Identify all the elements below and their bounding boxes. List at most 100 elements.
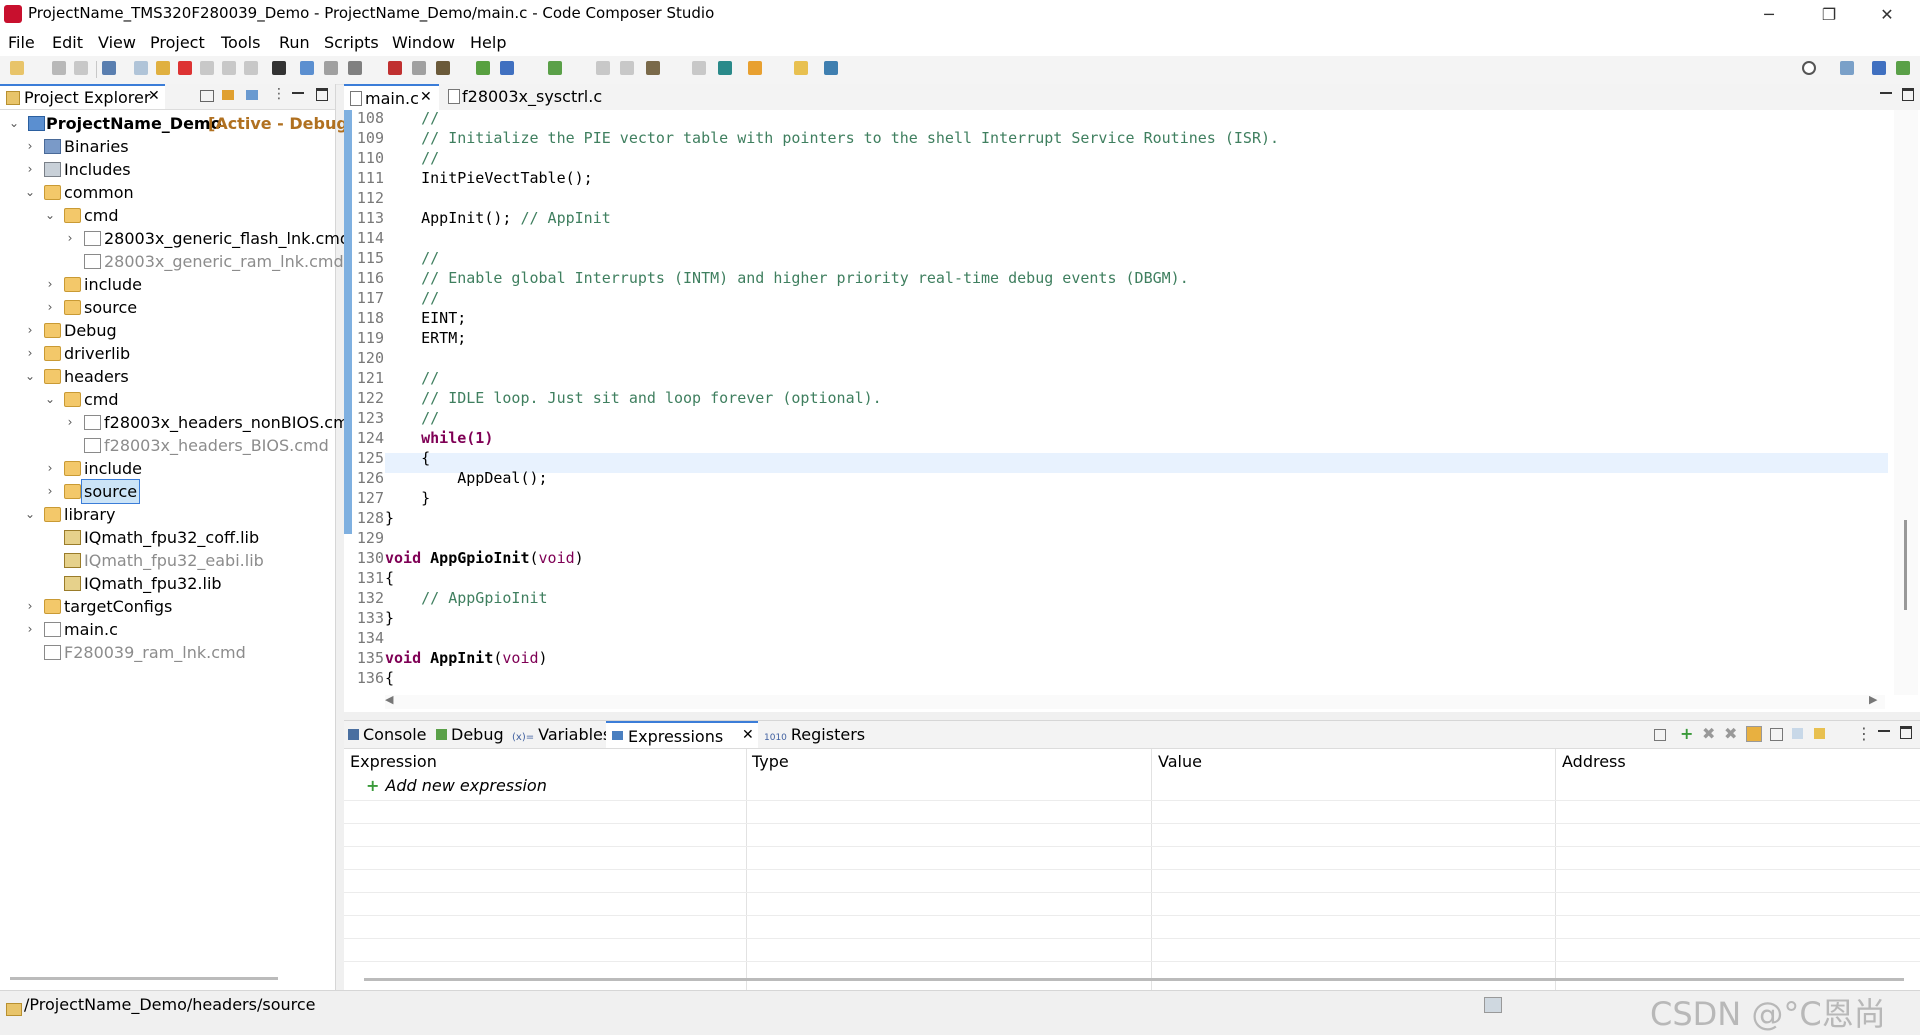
tab-main-c[interactable]: main.c ✕ bbox=[344, 84, 439, 110]
tree-item[interactable]: f28003x_headers_BIOS.cmd bbox=[0, 434, 335, 457]
memory-icon[interactable] bbox=[300, 61, 314, 75]
resume-icon[interactable] bbox=[134, 61, 148, 75]
tab-registers[interactable]: 1010 Registers bbox=[764, 725, 865, 744]
column-expression[interactable]: Expression bbox=[350, 752, 437, 771]
view-menu-icon[interactable]: ⋮ bbox=[272, 86, 286, 102]
notification-icon[interactable] bbox=[1484, 997, 1502, 1013]
chevron-right-icon[interactable]: › bbox=[24, 158, 36, 181]
chevron-right-icon[interactable]: › bbox=[24, 135, 36, 158]
build-icon[interactable] bbox=[436, 61, 450, 75]
redo-icon[interactable] bbox=[620, 61, 634, 75]
menu-project[interactable]: Project bbox=[150, 33, 205, 52]
chevron-right-icon[interactable]: › bbox=[64, 227, 76, 250]
debug-perspective-icon[interactable] bbox=[1896, 61, 1910, 75]
tree-item[interactable]: IQmath_fpu32.lib bbox=[0, 572, 335, 595]
suspend-icon[interactable] bbox=[156, 61, 170, 75]
horizontal-scrollbar[interactable] bbox=[364, 978, 1904, 981]
tree-item[interactable]: ⌄ cmd bbox=[0, 388, 335, 411]
save-all-icon[interactable] bbox=[74, 61, 88, 75]
tree-item[interactable]: › f28003x_headers_nonBIOS.cmd bbox=[0, 411, 359, 434]
refresh-icon[interactable] bbox=[1814, 728, 1825, 739]
scroll-thumb[interactable] bbox=[1904, 520, 1907, 610]
chevron-right-icon[interactable]: › bbox=[44, 296, 56, 319]
tab-debug[interactable]: Debug bbox=[436, 725, 504, 744]
load-icon[interactable] bbox=[500, 61, 514, 75]
menu-edit[interactable]: Edit bbox=[52, 33, 83, 52]
chevron-down-icon[interactable]: ⌄ bbox=[24, 503, 36, 526]
search-object-icon[interactable] bbox=[718, 61, 732, 75]
menu-help[interactable]: Help bbox=[470, 33, 506, 52]
scroll-left-icon[interactable]: ◀ bbox=[385, 693, 393, 706]
tab-project-explorer[interactable]: Project Explorer ✕ bbox=[0, 84, 165, 109]
chevron-right-icon[interactable]: › bbox=[24, 595, 36, 618]
minimize-button[interactable]: ─ bbox=[1740, 0, 1798, 29]
menu-window[interactable]: Window bbox=[392, 33, 455, 52]
tree-item[interactable]: › Debug bbox=[0, 319, 335, 342]
menu-tools[interactable]: Tools bbox=[221, 33, 260, 52]
step-return-icon[interactable] bbox=[244, 61, 258, 75]
horizontal-scrollbar[interactable]: ◀ ▶ bbox=[385, 693, 1885, 709]
tree-item[interactable]: › main.c bbox=[0, 618, 335, 641]
tree-project-root[interactable]: ⌄ ProjectName_Demo [Active - Debug] bbox=[0, 112, 355, 135]
maximize-editor-icon[interactable] bbox=[1902, 88, 1914, 101]
column-value[interactable]: Value bbox=[1158, 752, 1202, 771]
tab-f28003x-sysctrl-c[interactable]: f28003x_sysctrl.c bbox=[444, 84, 604, 108]
minimize-editor-icon[interactable] bbox=[1880, 92, 1892, 94]
connect-icon[interactable] bbox=[348, 61, 362, 75]
add-expression-icon[interactable]: + bbox=[1680, 724, 1693, 743]
link-editor-icon[interactable] bbox=[222, 90, 234, 100]
column-type[interactable]: Type bbox=[752, 752, 789, 771]
bug-icon[interactable] bbox=[548, 61, 562, 75]
arrow-icon[interactable] bbox=[794, 61, 808, 75]
perspective-icon[interactable] bbox=[1840, 61, 1854, 75]
view-menu-icon[interactable]: ⋮ bbox=[1856, 724, 1872, 743]
undo-icon[interactable] bbox=[596, 61, 610, 75]
terminate-icon[interactable] bbox=[178, 61, 192, 75]
console-icon[interactable] bbox=[692, 61, 706, 75]
chevron-right-icon[interactable]: › bbox=[44, 273, 56, 296]
tree-item[interactable]: ⌄ headers bbox=[0, 365, 335, 388]
tree-item[interactable]: › source bbox=[0, 479, 335, 504]
ccs-edit-perspective-icon[interactable] bbox=[1872, 61, 1886, 75]
tree-item[interactable]: ⌄ common bbox=[0, 181, 335, 204]
chevron-right-icon[interactable]: › bbox=[44, 457, 56, 480]
maximize-view-icon[interactable] bbox=[1900, 726, 1912, 739]
tree-item[interactable]: › Binaries bbox=[0, 135, 335, 158]
tree-item[interactable]: › include bbox=[0, 457, 335, 480]
code-editor[interactable]: 108 //109 // Initialize the PIE vector t… bbox=[344, 109, 1920, 712]
chevron-down-icon[interactable]: ⌄ bbox=[44, 388, 56, 411]
search-icon[interactable] bbox=[1802, 61, 1816, 75]
close-icon[interactable]: ✕ bbox=[420, 89, 432, 105]
close-window-button[interactable]: ✕ bbox=[1858, 0, 1916, 29]
chevron-down-icon[interactable]: ⌄ bbox=[24, 181, 36, 204]
pencil-icon[interactable] bbox=[324, 61, 338, 75]
tree-item[interactable]: ⌄ cmd bbox=[0, 204, 335, 227]
tab-variables[interactable]: (x)= Variables bbox=[512, 725, 611, 744]
remove-all-icon[interactable]: ✖ bbox=[1724, 724, 1737, 743]
debug-view-icon[interactable] bbox=[102, 61, 116, 75]
tree-item[interactable]: › Includes bbox=[0, 158, 335, 181]
tree-item[interactable]: › driverlib bbox=[0, 342, 335, 365]
menu-view[interactable]: View bbox=[98, 33, 136, 52]
add-new-expression-row[interactable]: + Add new expression bbox=[366, 776, 547, 795]
collapse-all-icon[interactable] bbox=[1654, 729, 1666, 741]
chevron-right-icon[interactable]: › bbox=[24, 319, 36, 342]
tab-expressions[interactable]: Expressions ✕ bbox=[606, 721, 758, 748]
chevron-right-icon[interactable]: › bbox=[44, 480, 56, 503]
breakpoint-icon[interactable] bbox=[388, 61, 402, 75]
save-icon[interactable] bbox=[52, 61, 66, 75]
new-view-icon[interactable] bbox=[1770, 728, 1783, 741]
chevron-down-icon[interactable]: ⌄ bbox=[24, 365, 36, 388]
tree-item[interactable]: F280039_ram_lnk.cmd bbox=[0, 641, 335, 664]
chevron-down-icon[interactable]: ⌄ bbox=[44, 204, 56, 227]
tree-item[interactable]: › source bbox=[0, 296, 335, 319]
continuous-refresh-icon[interactable] bbox=[1746, 726, 1762, 742]
step-into-icon[interactable] bbox=[200, 61, 214, 75]
close-icon[interactable]: ✕ bbox=[742, 727, 754, 743]
filter-icon[interactable] bbox=[246, 90, 258, 100]
refresh-icon[interactable] bbox=[476, 61, 490, 75]
minimize-view-icon[interactable] bbox=[292, 92, 304, 94]
chevron-right-icon[interactable]: › bbox=[64, 411, 76, 434]
explorer-horizontal-scrollbar[interactable] bbox=[10, 977, 278, 980]
menu-file[interactable]: File bbox=[8, 33, 35, 52]
